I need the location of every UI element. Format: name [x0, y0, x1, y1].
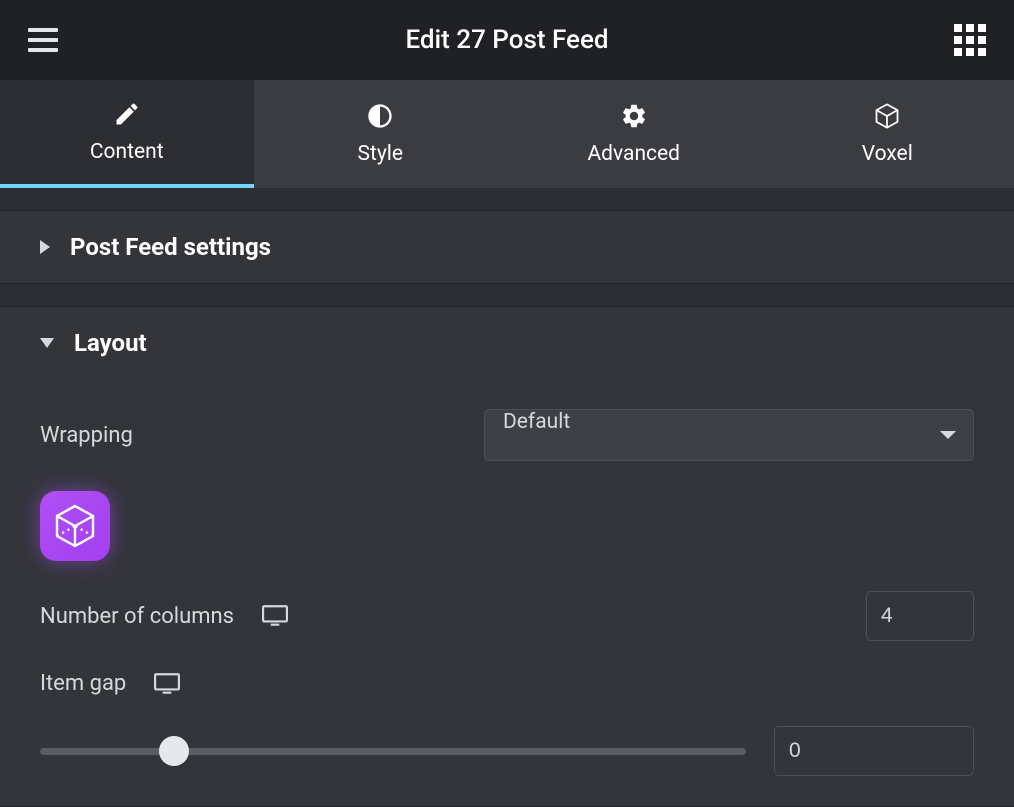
gear-icon [620, 102, 648, 130]
item-gap-slider-row [40, 726, 974, 776]
apps-grid-icon[interactable] [954, 24, 986, 56]
desktop-icon[interactable] [154, 673, 180, 695]
editor-header: Edit 27 Post Feed [0, 0, 1014, 80]
tab-label: Content [90, 140, 164, 164]
section-toggle-post-feed[interactable]: Post Feed settings [0, 211, 1014, 283]
pencil-icon [113, 100, 141, 128]
contrast-icon [366, 102, 394, 130]
tab-advanced[interactable]: Advanced [507, 80, 761, 188]
cube-icon [51, 502, 99, 550]
columns-input[interactable] [866, 591, 974, 641]
item-gap-input[interactable] [774, 726, 974, 776]
caret-down-icon [40, 338, 54, 348]
tab-style[interactable]: Style [254, 80, 508, 188]
desktop-icon[interactable] [262, 605, 288, 627]
control-item-gap: Item gap [40, 671, 974, 696]
caret-right-icon [40, 240, 50, 254]
spacer [0, 284, 1014, 306]
layout-controls: Wrapping Default Number of columns [0, 379, 1014, 806]
slider-track [40, 748, 746, 755]
cube-icon [873, 102, 901, 130]
section-toggle-layout[interactable]: Layout [0, 307, 1014, 379]
section-post-feed-settings: Post Feed settings [0, 210, 1014, 284]
tab-content[interactable]: Content [0, 80, 254, 188]
menu-icon[interactable] [28, 28, 58, 52]
columns-label: Number of columns [40, 604, 234, 629]
item-gap-label: Item gap [40, 671, 126, 696]
tab-label: Style [357, 142, 403, 166]
spacer [0, 188, 1014, 210]
editor-tabs: Content Style Advanced Voxel [0, 80, 1014, 188]
wrapping-select[interactable]: Default [484, 409, 974, 461]
section-title: Post Feed settings [70, 233, 271, 261]
voxel-badge[interactable] [40, 491, 110, 561]
wrapping-label: Wrapping [40, 423, 484, 448]
tab-voxel[interactable]: Voxel [761, 80, 1014, 188]
item-gap-slider[interactable] [40, 731, 746, 771]
tab-label: Advanced [587, 142, 680, 166]
section-title: Layout [74, 329, 147, 357]
tab-label: Voxel [862, 142, 913, 166]
page-title: Edit 27 Post Feed [405, 25, 608, 55]
control-columns: Number of columns [40, 591, 974, 641]
wrapping-select-wrapper: Default [484, 409, 974, 461]
control-wrapping: Wrapping Default [40, 409, 974, 461]
slider-thumb[interactable] [159, 736, 189, 766]
section-layout: Layout Wrapping Default Number of column… [0, 306, 1014, 807]
